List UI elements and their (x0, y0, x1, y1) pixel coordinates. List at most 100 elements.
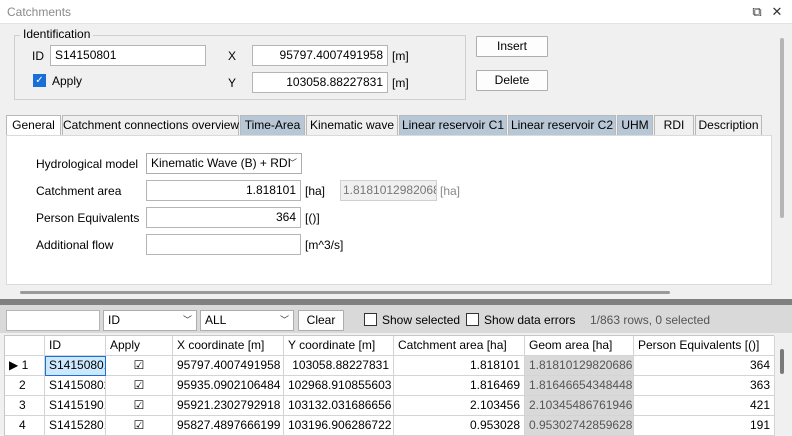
chevron-down-icon: ﹀ (279, 315, 289, 325)
upper-horizontal-scroll-thumb[interactable] (20, 291, 670, 294)
row-count-status: 1/863 rows, 0 selected (590, 313, 711, 327)
filter-search-input[interactable] (6, 310, 100, 331)
cell-x[interactable]: 95827.4897666199 (173, 416, 284, 436)
identification-legend: Identification (20, 27, 94, 41)
show-selected-label: Show selected (382, 313, 461, 327)
upper-vertical-scroll-thumb[interactable] (780, 38, 784, 218)
chevron-down-icon: ﹀ (182, 315, 192, 325)
geom-area-unit: [ha] (440, 184, 461, 198)
filter-column-value: ID (108, 313, 120, 327)
cell-catchment-area[interactable]: 0.953028 (394, 416, 525, 436)
chevron-down-icon: ﹀ (287, 158, 297, 168)
catchments-table: ID Apply X coordinate [m] Y coordinate [… (4, 335, 775, 436)
upper-horizontal-scrollbar[interactable] (0, 285, 776, 299)
delete-button[interactable]: Delete (476, 70, 548, 91)
table-vertical-scroll-thumb[interactable] (780, 349, 784, 374)
column-header-x[interactable]: X coordinate [m] (173, 336, 284, 356)
hydrological-model-label: Hydrological model (36, 157, 139, 171)
cell-id[interactable]: S14150802 (45, 376, 106, 396)
cell-person-equivalents[interactable]: 364 (634, 356, 775, 376)
tab-kinematic-wave[interactable]: Kinematic wave (306, 115, 398, 136)
id-field[interactable]: S14150801 (50, 45, 206, 66)
window-title: Catchments (7, 5, 72, 19)
cell-id[interactable]: S14151901 (45, 396, 106, 416)
cell-geom-area: 2.10345486761946 (525, 396, 634, 416)
cell-apply-checkbox[interactable]: ☑ (106, 396, 173, 416)
cell-x[interactable]: 95797.4007491958 (173, 356, 284, 376)
additional-flow-field[interactable] (146, 234, 301, 255)
cell-geom-area: 1.81810129820686 (525, 356, 634, 376)
id-label: ID (32, 49, 44, 63)
catchment-area-unit: [ha] (305, 184, 326, 198)
cell-person-equivalents[interactable]: 363 (634, 376, 775, 396)
cell-apply-checkbox[interactable]: ☑ (106, 376, 173, 396)
cell-x[interactable]: 95935.0902106484 (173, 376, 284, 396)
person-equivalents-field[interactable]: 364 (146, 207, 301, 228)
filter-operator-select[interactable]: ALL ﹀ (200, 310, 294, 331)
row-number[interactable]: 4 (5, 416, 45, 436)
column-header-geom-area[interactable]: Geom area [ha] (525, 336, 634, 356)
cell-person-equivalents[interactable]: 421 (634, 396, 775, 416)
tab-rdi[interactable]: RDI (654, 115, 694, 136)
cell-x[interactable]: 95921.2302792918 (173, 396, 284, 416)
show-selected-checkbox[interactable] (364, 313, 377, 326)
tab-time-area[interactable]: Time-Area (240, 115, 305, 136)
cell-catchment-area[interactable]: 1.816469 (394, 376, 525, 396)
cell-y[interactable]: 103058.88227831 (284, 356, 394, 376)
geom-area-field: 1.8181012982068 (340, 180, 437, 201)
column-header-id[interactable]: ID (45, 336, 106, 356)
x-label: X (228, 49, 237, 63)
close-icon[interactable]: ✕ (768, 3, 786, 21)
cell-catchment-area[interactable]: 2.103456 (394, 396, 525, 416)
cell-y[interactable]: 103196.906286722 (284, 416, 394, 436)
row-number[interactable]: 2 (5, 376, 45, 396)
cell-person-equivalents[interactable]: 191 (634, 416, 775, 436)
hydrological-model-value: Kinematic Wave (B) + RDI (151, 156, 291, 170)
person-equivalents-label: Person Equivalents (36, 211, 140, 225)
additional-flow-label: Additional flow (36, 238, 114, 252)
x-unit: [m] (392, 49, 409, 63)
y-label: Y (228, 76, 237, 90)
cell-y[interactable]: 102968.910855603 (284, 376, 394, 396)
title-bar: Catchments ⧉ ✕ (0, 0, 792, 24)
tab-linear-reservoir-c2[interactable]: Linear reservoir C2 (508, 115, 616, 136)
tab-description[interactable]: Description (695, 115, 762, 136)
upper-vertical-scrollbar[interactable] (776, 24, 792, 284)
row-header-corner (5, 336, 45, 356)
table-vertical-scrollbar[interactable] (776, 335, 792, 436)
filter-column-select[interactable]: ID ﹀ (103, 310, 197, 331)
tab-linear-reservoir-c1[interactable]: Linear reservoir C1 (399, 115, 507, 136)
tab-catchment-connections[interactable]: Catchment connections overview (62, 115, 239, 136)
cell-catchment-area[interactable]: 1.818101 (394, 356, 525, 376)
additional-flow-unit: [m^3/s] (305, 238, 344, 252)
catchment-area-field[interactable]: 1.818101 (146, 180, 301, 201)
apply-checkbox[interactable]: ✓ (33, 74, 46, 87)
clear-button[interactable]: Clear (298, 310, 344, 331)
cell-apply-checkbox[interactable]: ☑ (106, 416, 173, 436)
y-unit: [m] (392, 76, 409, 90)
insert-button[interactable]: Insert (476, 36, 548, 57)
tab-general[interactable]: General (6, 115, 61, 137)
cell-apply-checkbox[interactable]: ☑ (106, 356, 173, 376)
row-number[interactable]: ▶ 1 (5, 356, 45, 376)
hydrological-model-select[interactable]: Kinematic Wave (B) + RDI ﹀ (146, 153, 302, 174)
column-header-person-equivalents[interactable]: Person Equivalents [()] (634, 336, 775, 356)
apply-label: Apply (52, 74, 83, 88)
column-header-catchment-area[interactable]: Catchment area [ha] (394, 336, 525, 356)
column-header-y[interactable]: Y coordinate [m] (284, 336, 394, 356)
restore-icon[interactable]: ⧉ (748, 3, 766, 21)
show-data-errors-label: Show data errors (484, 313, 576, 327)
cell-y[interactable]: 103132.031686656 (284, 396, 394, 416)
person-equivalents-unit: [()] (305, 211, 320, 225)
cell-id[interactable]: S14152801 (45, 416, 106, 436)
y-field[interactable]: 103058.88227831 (252, 72, 388, 93)
cell-geom-area: 1.81646654348448 (525, 376, 634, 396)
show-data-errors-checkbox[interactable] (466, 313, 479, 326)
filter-operator-value: ALL (205, 313, 227, 327)
row-number[interactable]: 3 (5, 396, 45, 416)
x-field[interactable]: 95797.4007491958 (252, 45, 388, 66)
cell-geom-area: 0.953027428596281 (525, 416, 634, 436)
tab-uhm[interactable]: UHM (617, 115, 653, 136)
column-header-apply[interactable]: Apply (106, 336, 173, 356)
cell-id[interactable]: S14150801 (45, 356, 106, 376)
